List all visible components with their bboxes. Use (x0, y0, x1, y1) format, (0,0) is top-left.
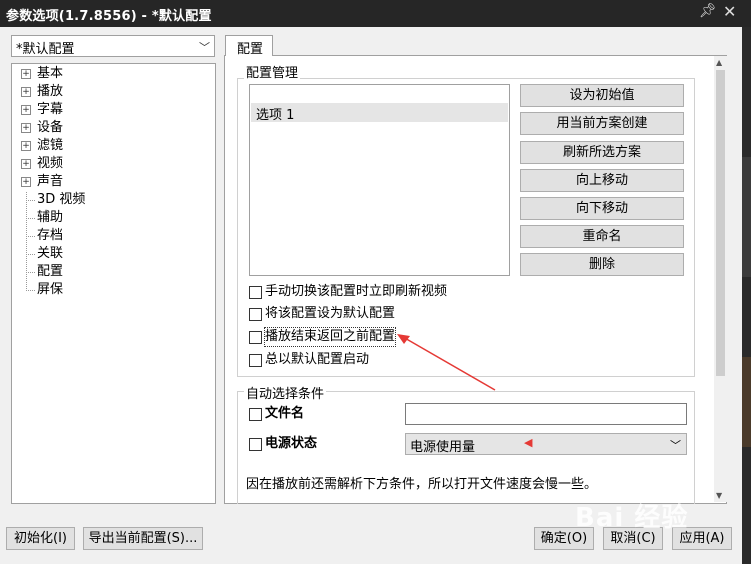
window-title: 参数选项(1.7.8556) - *默认配置 (6, 9, 212, 24)
set-default-value-button[interactable]: 设为初始值 (520, 84, 684, 107)
vertical-scrollbar[interactable]: ▲ ▼ (714, 56, 727, 502)
checkbox-box[interactable] (249, 408, 262, 421)
expand-icon[interactable]: + (21, 87, 31, 97)
config-management-title: 配置管理 (244, 62, 301, 81)
checkbox-box[interactable] (249, 308, 262, 321)
create-from-current-button[interactable]: 用当前方案创建 (520, 112, 684, 135)
scroll-down-icon[interactable]: ▼ (716, 491, 722, 500)
expand-icon[interactable]: + (21, 123, 31, 133)
watermark-logo: Bai 经验 (575, 503, 689, 533)
filename-input[interactable] (405, 403, 687, 425)
profile-select-value: *默认配置 (16, 42, 75, 57)
title-bar: 参数选项(1.7.8556) - *默认配置 📌︎ ✕ (0, 0, 751, 27)
refresh-selected-button[interactable]: 刷新所选方案 (520, 141, 684, 164)
expand-icon[interactable]: + (21, 141, 31, 151)
checkbox-box[interactable] (249, 331, 262, 344)
expand-icon[interactable]: + (21, 105, 31, 115)
auto-select-note: 因在播放前还需解析下方条件，所以打开文件速度会慢一些。 (246, 477, 598, 492)
expand-icon[interactable]: + (21, 177, 31, 187)
settings-tree[interactable]: + 基本 + 播放 + 字幕 + 设备 + 滤镜 + 视频 + 声音 3D 视频 辅助 存档 … (11, 63, 216, 504)
delete-button[interactable]: 删除 (520, 253, 684, 276)
close-icon[interactable]: ✕ (723, 2, 736, 21)
checkbox-box[interactable] (249, 438, 262, 451)
power-state-select[interactable]: 电源使用量 ◀ ﹀ (405, 433, 687, 455)
expand-icon[interactable]: + (21, 69, 31, 79)
profile-select[interactable]: *默认配置 ﹀ (11, 35, 215, 57)
auto-select-title: 自动选择条件 (244, 383, 327, 402)
move-up-button[interactable]: 向上移动 (520, 169, 684, 192)
annotation-arrow-icon (397, 334, 496, 391)
export-config-button[interactable]: 导出当前配置(S)... (83, 527, 203, 550)
checkbox-box[interactable] (249, 354, 262, 367)
profile-list[interactable]: 选项 1 (249, 84, 510, 276)
power-state-value: 电源使用量 (410, 440, 476, 455)
tab-config[interactable]: 配置 (225, 35, 273, 57)
chevron-down-icon: ﹀ (670, 439, 681, 452)
checkbox-box[interactable] (249, 286, 262, 299)
chevron-down-icon: ﹀ (199, 41, 210, 54)
scrollbar-thumb[interactable] (716, 70, 725, 376)
expand-icon[interactable]: + (21, 159, 31, 169)
scroll-up-icon[interactable]: ▲ (716, 58, 722, 67)
initialize-button[interactable]: 初始化(I) (6, 527, 75, 550)
background-window-strip (742, 27, 751, 564)
list-item[interactable]: 选项 1 (251, 103, 508, 123)
rename-button[interactable]: 重命名 (520, 225, 684, 248)
tree-connector (26, 192, 27, 291)
annotation-marker-icon: ◀ (524, 436, 533, 449)
move-down-button[interactable]: 向下移动 (520, 197, 684, 220)
pin-icon[interactable]: 📌︎ (699, 3, 717, 19)
